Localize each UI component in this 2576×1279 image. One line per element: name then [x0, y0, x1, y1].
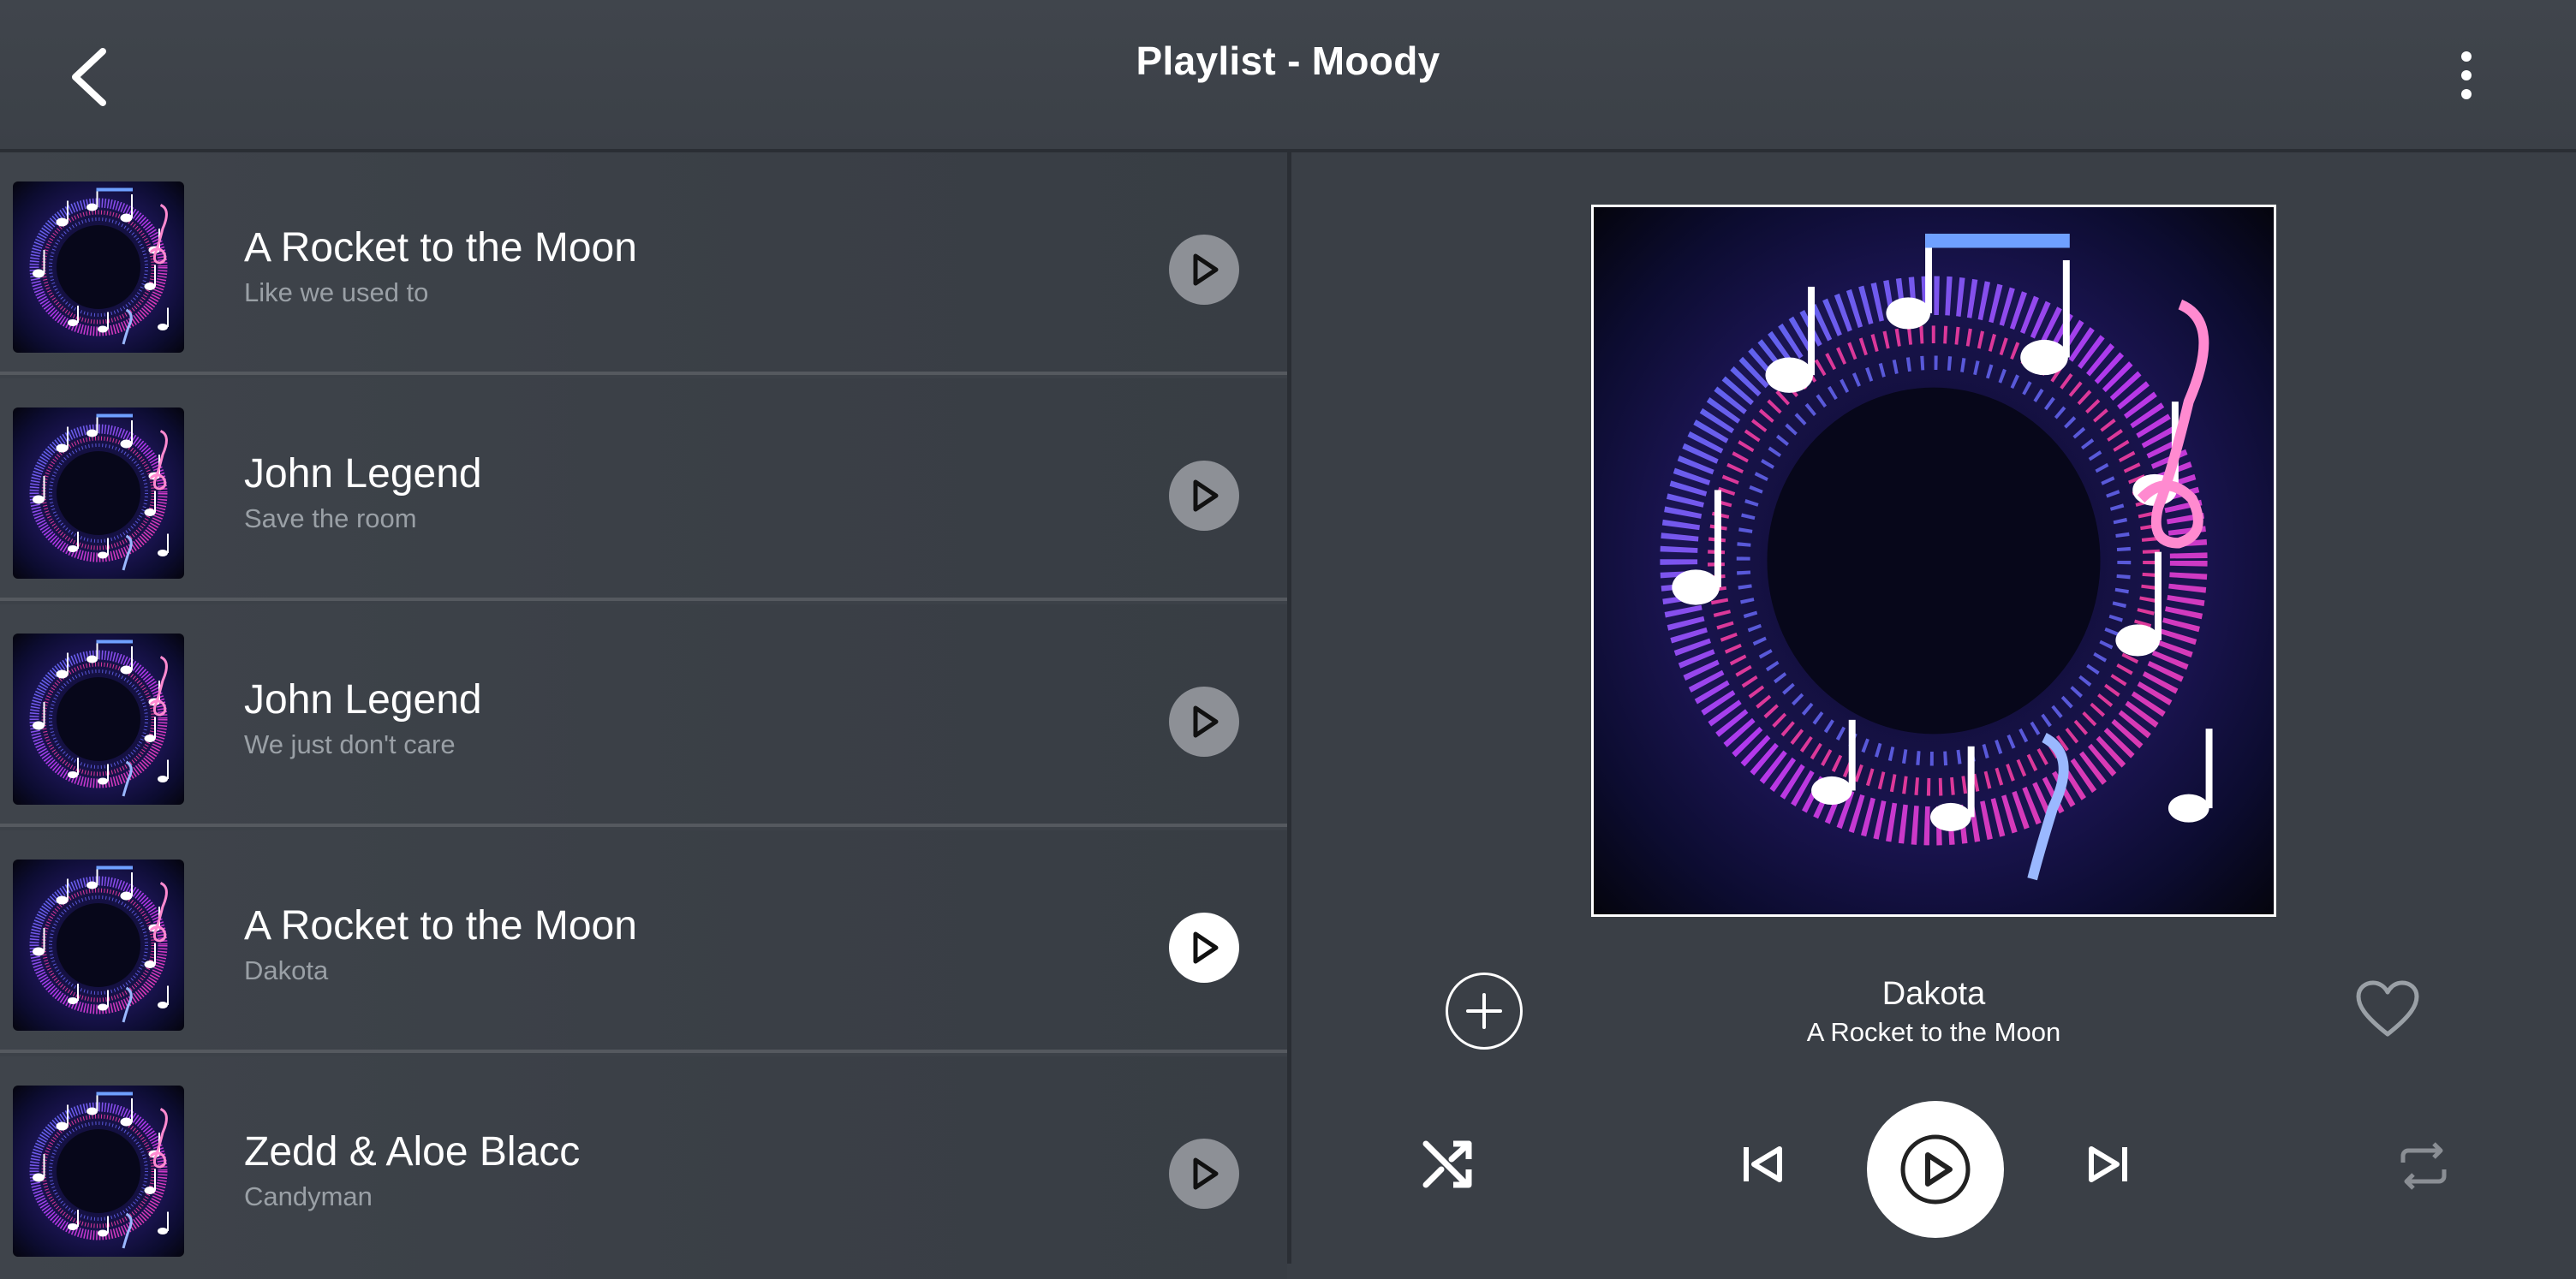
album-thumbnail	[13, 181, 184, 353]
play-button[interactable]	[1169, 461, 1239, 531]
song-artist: A Rocket to the Moon	[244, 903, 637, 949]
album-thumbnail	[13, 860, 184, 1031]
list-item[interactable]: A Rocket to the Moon Like we used to	[0, 152, 1287, 375]
play-icon	[1193, 1157, 1219, 1190]
song-title: We just don't care	[244, 729, 456, 759]
next-track-button[interactable]	[2081, 1137, 2136, 1192]
song-title: Like we used to	[244, 277, 429, 307]
heart-icon	[2356, 980, 2419, 1037]
list-item[interactable]: Zedd & Aloe Blacc Candyman	[0, 1056, 1287, 1279]
repeat-icon	[2400, 1142, 2447, 1190]
play-icon	[1193, 253, 1219, 286]
play-icon	[1193, 479, 1219, 512]
page-title: Playlist - Moody	[1136, 39, 1440, 83]
song-artist: Zedd & Aloe Blacc	[244, 1129, 581, 1175]
album-thumbnail	[13, 634, 184, 805]
song-artist: John Legend	[244, 677, 482, 723]
skip-next-icon	[2089, 1146, 2127, 1182]
repeat-button[interactable]	[2394, 1137, 2453, 1195]
main-play-button[interactable]	[1867, 1101, 2004, 1238]
song-title: Candyman	[244, 1181, 373, 1211]
more-options-button[interactable]	[2441, 43, 2492, 111]
list-item[interactable]: John Legend We just don't care	[0, 604, 1287, 827]
previous-track-button[interactable]	[1735, 1137, 1790, 1192]
play-icon	[1193, 705, 1219, 738]
play-icon	[1193, 931, 1219, 964]
play-button[interactable]	[1169, 235, 1239, 305]
album-artwork	[1591, 205, 2276, 917]
play-button[interactable]	[1169, 913, 1239, 983]
song-title: Dakota	[244, 955, 329, 985]
more-vertical-icon	[2461, 51, 2472, 99]
app-header: Playlist - Moody	[0, 0, 2576, 152]
now-playing-panel: Dakota A Rocket to the Moon	[1291, 152, 2576, 1264]
play-icon	[1900, 1134, 1971, 1205]
song-title: Save the room	[244, 503, 417, 533]
play-button[interactable]	[1169, 1139, 1239, 1209]
favorite-button[interactable]	[2355, 979, 2420, 1039]
skip-previous-icon	[1744, 1146, 1782, 1182]
shuffle-icon	[1422, 1140, 1472, 1188]
list-item[interactable]: John Legend Save the room	[0, 378, 1287, 601]
shuffle-button[interactable]	[1421, 1137, 1476, 1192]
song-artist: John Legend	[244, 451, 482, 497]
album-thumbnail	[13, 1086, 184, 1257]
album-thumbnail	[13, 407, 184, 579]
playlist-list: A Rocket to the Moon Like we used to Joh…	[0, 152, 1287, 1279]
play-button[interactable]	[1169, 687, 1239, 757]
list-item[interactable]: A Rocket to the Moon Dakota	[0, 830, 1287, 1053]
song-artist: A Rocket to the Moon	[244, 225, 637, 271]
